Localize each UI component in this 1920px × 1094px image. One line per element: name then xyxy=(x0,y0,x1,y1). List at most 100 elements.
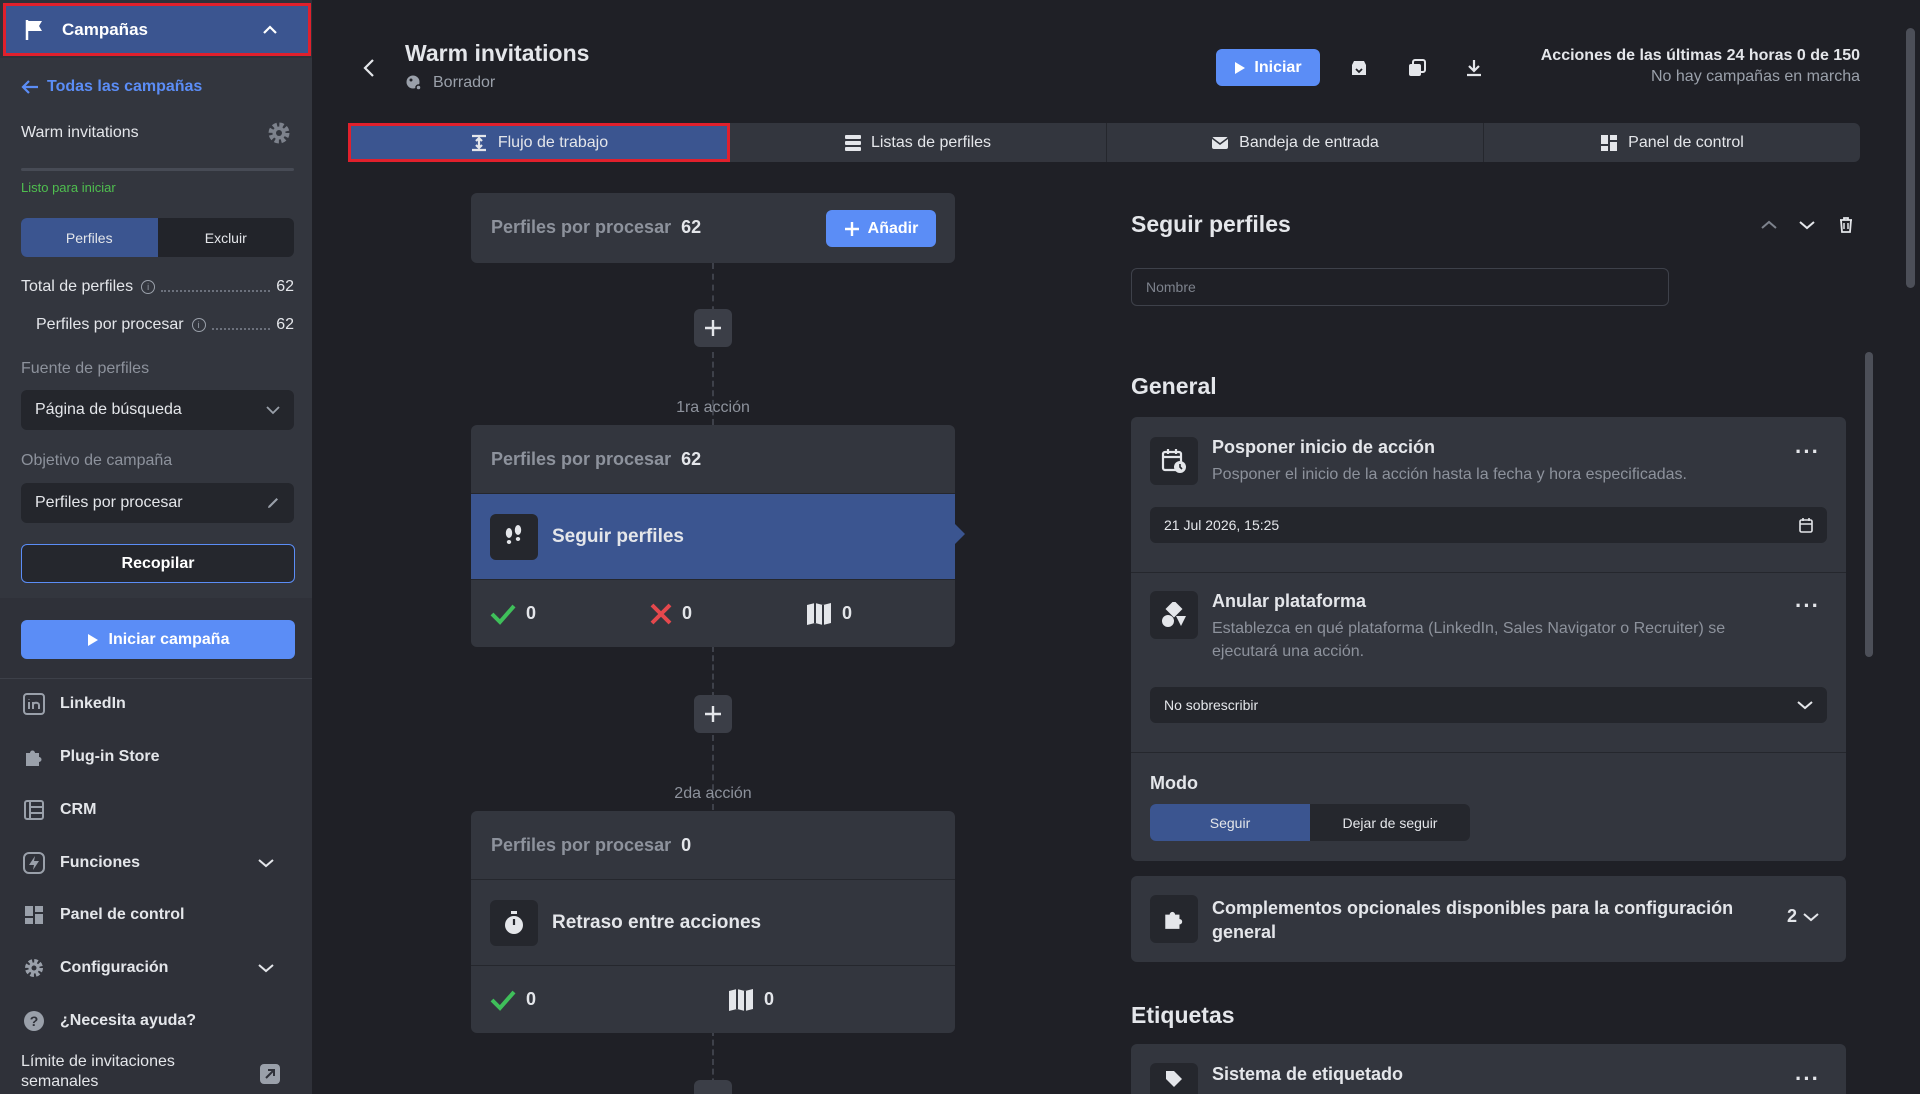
info-icon[interactable]: i xyxy=(141,280,156,294)
start-campaign-button[interactable]: Iniciar campaña xyxy=(21,620,295,659)
play-icon xyxy=(87,633,98,646)
check-icon xyxy=(490,604,516,625)
add-profiles-button[interactable]: Añadir xyxy=(826,210,936,247)
start-button-label: Iniciar xyxy=(1254,58,1302,76)
tab-profile-lists[interactable]: Listas de perfiles xyxy=(730,123,1107,162)
tab-workflow[interactable]: Flujo de trabajo xyxy=(348,123,730,162)
success-value: 0 xyxy=(526,603,537,623)
action-name-input[interactable] xyxy=(1131,268,1669,306)
profile-source-select[interactable]: Página de búsqueda xyxy=(21,390,294,430)
calendar-clock-icon xyxy=(1150,437,1198,485)
map-icon xyxy=(729,988,753,1011)
download-icon[interactable] xyxy=(1463,57,1485,79)
postpone-option: Posponer inicio de acción Posponer el in… xyxy=(1131,417,1846,573)
tab-dashboard[interactable]: Panel de control xyxy=(1484,123,1860,162)
mode-unfollow[interactable]: Dejar de seguir xyxy=(1310,804,1470,841)
campaign-name: Warm invitations xyxy=(21,124,139,141)
add-action-button[interactable] xyxy=(694,695,732,733)
calendar-icon[interactable] xyxy=(1799,517,1813,533)
page-scrollbar[interactable] xyxy=(1906,28,1915,288)
collect-button[interactable]: Recopilar xyxy=(21,544,295,583)
profiles-exclude-toggle: Perfiles Excluir xyxy=(21,218,294,257)
add-action-button[interactable] xyxy=(694,1080,732,1094)
nav-dashboard-label: Panel de control xyxy=(60,906,185,923)
tab-inbox[interactable]: Bandeja de entrada xyxy=(1107,123,1484,162)
map-icon xyxy=(807,602,831,625)
addons-panel[interactable]: Complementos opcionales disponibles para… xyxy=(1131,876,1846,962)
external-link-icon[interactable] xyxy=(259,1063,281,1085)
trash-icon[interactable] xyxy=(1835,214,1857,236)
nav-settings[interactable]: Configuración xyxy=(22,953,292,983)
start-campaign-label: Iniciar campaña xyxy=(108,630,230,648)
back-icon[interactable] xyxy=(362,58,376,78)
nav-help-label: ¿Necesita ayuda? xyxy=(60,1012,197,1029)
addons-title: Complementos opcionales disponibles para… xyxy=(1212,898,1734,942)
action-card-follow[interactable]: Perfiles por procesar 62 Seguir perfiles… xyxy=(471,425,955,647)
chevron-down-icon[interactable] xyxy=(1796,214,1818,236)
mode-follow[interactable]: Seguir xyxy=(1150,804,1310,841)
crm-icon xyxy=(22,798,46,822)
actions-count: Acciones de las últimas 24 horas 0 de 15… xyxy=(1540,47,1860,64)
more-options-icon[interactable]: ··· xyxy=(1795,1066,1820,1092)
profile-source-label: Fuente de perfiles xyxy=(21,360,150,377)
arrow-left-icon xyxy=(21,80,38,94)
chevron-up-icon[interactable] xyxy=(1758,214,1780,236)
success-count: 0 xyxy=(490,603,536,625)
more-options-icon[interactable]: ··· xyxy=(1795,593,1820,619)
gear-icon[interactable] xyxy=(266,120,292,146)
campaign-state-label: Borrador xyxy=(433,74,496,91)
total-profiles-row: Total de perfiles i 62 xyxy=(21,278,294,296)
all-campaigns-label: Todas las campañas xyxy=(47,78,203,95)
pencil-icon[interactable] xyxy=(266,496,280,510)
all-campaigns-link[interactable]: Todas las campañas xyxy=(21,78,202,96)
chevron-up-icon[interactable] xyxy=(262,22,278,38)
action-stats: 0 0 0 xyxy=(471,579,955,647)
platform-select[interactable]: No sobrescribir xyxy=(1150,687,1827,723)
profiles-to-process-card: Perfiles por procesar 62 Añadir xyxy=(471,193,955,263)
info-icon[interactable]: i xyxy=(191,318,206,332)
sidebar: Campañas Todas las campañas Warm invitat… xyxy=(0,0,314,1094)
draft-icon xyxy=(406,75,422,91)
archive-icon[interactable] xyxy=(1348,57,1370,79)
gear-icon xyxy=(22,956,46,980)
more-options-icon[interactable]: ··· xyxy=(1795,439,1820,465)
general-section-title: General xyxy=(1131,373,1217,399)
panel-scrollbar[interactable] xyxy=(1865,352,1873,657)
chevron-down-icon xyxy=(1803,912,1819,921)
selection-pointer xyxy=(955,524,965,544)
chevron-down-icon xyxy=(258,859,274,868)
action-follow-profiles[interactable]: Seguir perfiles xyxy=(471,493,955,579)
nav-help[interactable]: ? ¿Necesita ayuda? xyxy=(22,1006,292,1036)
tags-section-title: Etiquetas xyxy=(1131,1002,1235,1028)
start-button[interactable]: Iniciar xyxy=(1216,49,1320,86)
action-card-delay[interactable]: Perfiles por procesar 0 Retraso entre ac… xyxy=(471,811,955,1033)
addons-toggle[interactable]: 2 xyxy=(1787,906,1819,927)
postpone-datetime-field[interactable]: 21 Jul 2026, 15:25 xyxy=(1150,507,1827,543)
nav-settings-label: Configuración xyxy=(60,959,169,976)
check-icon xyxy=(490,990,516,1011)
segment-exclude[interactable]: Excluir xyxy=(158,218,295,257)
segment-profiles[interactable]: Perfiles xyxy=(21,218,158,257)
workflow-icon xyxy=(471,134,486,151)
plus-icon xyxy=(844,221,859,236)
action-stats: 0 0 xyxy=(471,965,955,1033)
profiles-to-process-row: Perfiles por procesar i 62 xyxy=(36,316,294,334)
nav-crm[interactable]: CRM xyxy=(22,795,292,825)
mode-label: Modo xyxy=(1150,773,1198,793)
shapes-icon xyxy=(1150,591,1198,639)
nav-functions[interactable]: Funciones xyxy=(22,848,292,878)
cross-icon xyxy=(650,603,672,624)
running-campaigns-status: No hay campañas en marcha xyxy=(1651,68,1860,85)
campaigns-header[interactable]: Campañas xyxy=(3,3,311,56)
divider xyxy=(0,678,312,679)
success-value: 0 xyxy=(526,989,537,1009)
add-action-button[interactable] xyxy=(694,309,732,347)
skipped-value: 0 xyxy=(842,603,853,623)
nav-dashboard[interactable]: Panel de control xyxy=(22,900,292,930)
action-delay[interactable]: Retraso entre acciones xyxy=(471,879,955,965)
duplicate-icon[interactable] xyxy=(1406,57,1428,79)
nav-plugin-store[interactable]: Plug-in Store xyxy=(22,742,292,772)
nav-linkedin[interactable]: LinkedIn xyxy=(22,689,292,719)
platform-select-value: No sobrescribir xyxy=(1164,697,1259,713)
campaign-goal-field[interactable]: Perfiles por procesar xyxy=(21,483,294,523)
